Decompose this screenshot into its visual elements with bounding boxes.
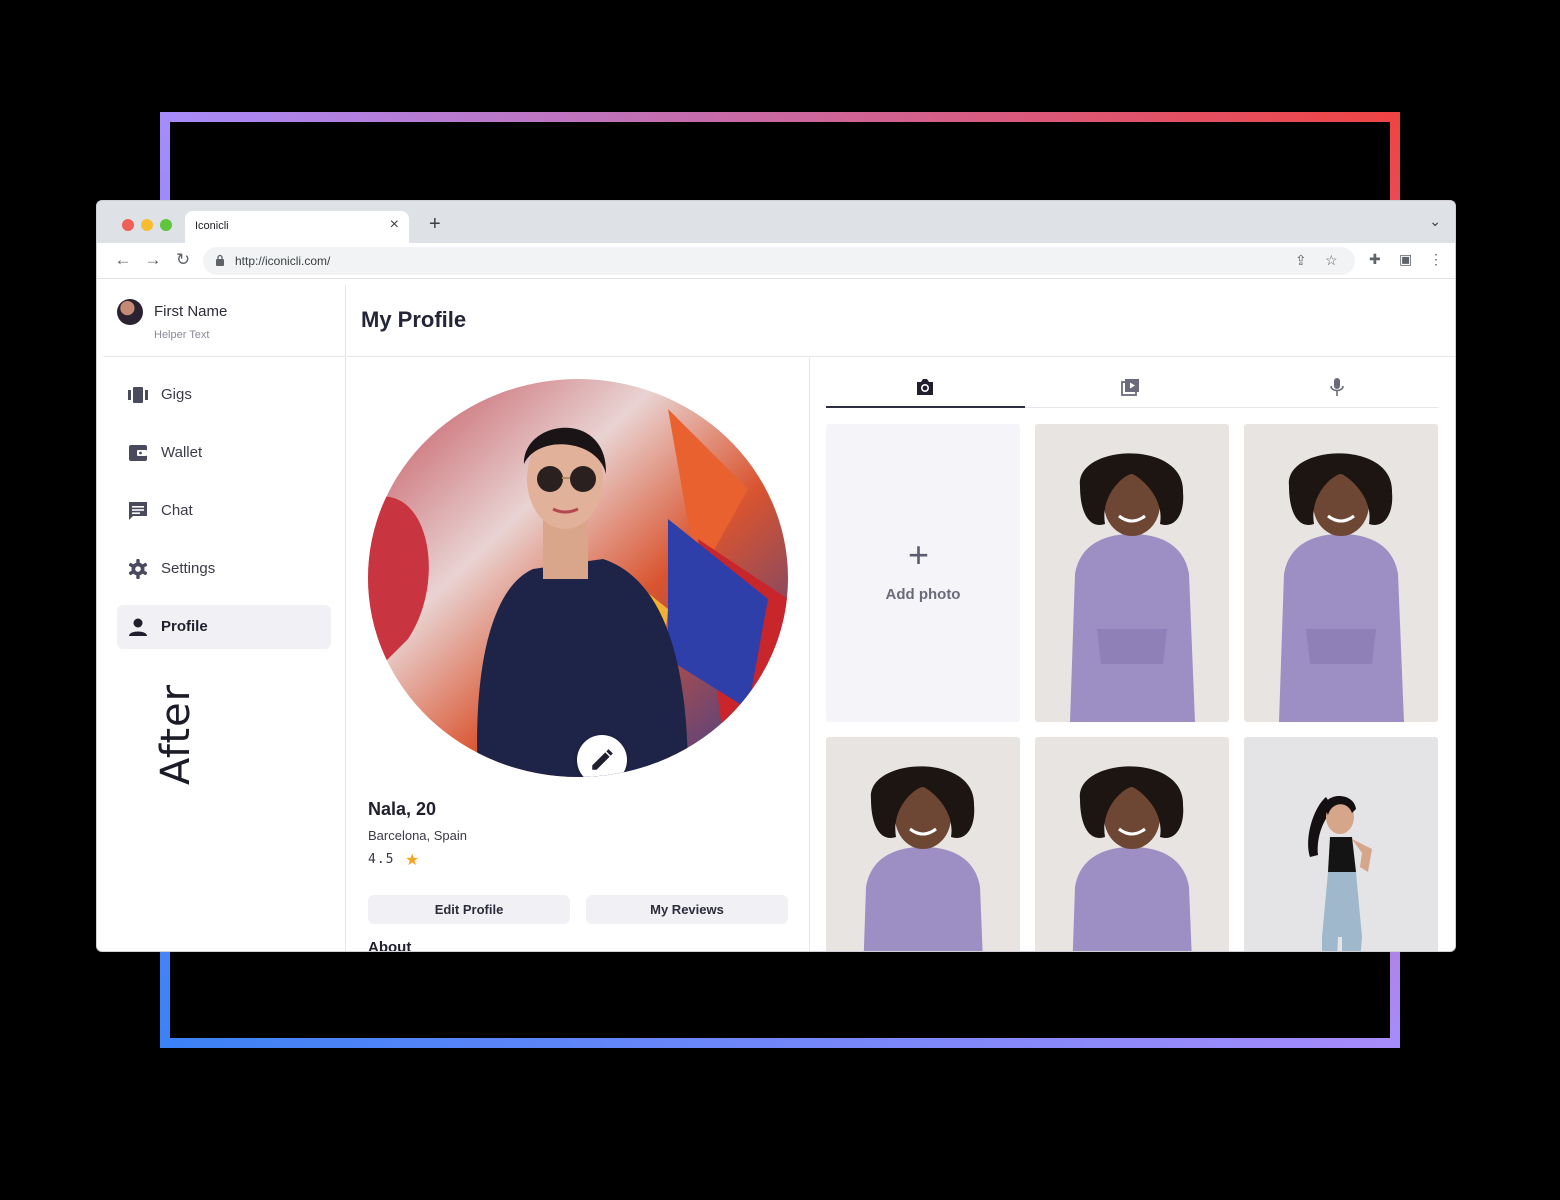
bookmark-star-icon[interactable]: ☆ bbox=[1325, 252, 1338, 269]
tab-list-chevron-icon[interactable]: ⌄ bbox=[1429, 213, 1441, 230]
media-tabs bbox=[826, 358, 1438, 408]
avatar bbox=[117, 299, 143, 325]
photo-tile[interactable] bbox=[826, 737, 1020, 951]
user-card[interactable]: First Name Helper Text bbox=[103, 285, 346, 357]
forward-icon[interactable]: → bbox=[143, 250, 163, 270]
user-name: First Name bbox=[154, 303, 228, 320]
pencil-icon bbox=[592, 749, 613, 770]
sidebar-item-label: Gigs bbox=[161, 386, 192, 403]
reload-icon[interactable]: ↻ bbox=[173, 250, 193, 270]
sidebar-item-label: Chat bbox=[161, 502, 193, 519]
sidebar-item-settings[interactable]: Settings bbox=[117, 547, 331, 591]
url-text: http://iconicli.com/ bbox=[235, 254, 331, 268]
title-bar: Iconicli × + ⌄ bbox=[97, 201, 1455, 243]
sidebar-item-chat[interactable]: Chat bbox=[117, 489, 331, 533]
camera-icon bbox=[917, 379, 933, 395]
edit-photo-button[interactable] bbox=[577, 735, 627, 777]
my-reviews-button[interactable]: My Reviews bbox=[586, 895, 788, 924]
media-panel: + Add photo bbox=[811, 358, 1455, 951]
extensions-icon[interactable]: ✚ bbox=[1369, 251, 1381, 268]
browser-window: Iconicli × + ⌄ ← → ↻ http://iconicli.com… bbox=[96, 200, 1456, 952]
page-header: My Profile bbox=[347, 285, 1455, 357]
sidebar-item-label: Settings bbox=[161, 560, 216, 577]
photo-tile[interactable] bbox=[1035, 424, 1229, 722]
more-menu-icon[interactable]: ⋮ bbox=[1429, 251, 1443, 268]
star-icon: ★ bbox=[405, 852, 420, 869]
browser-tab[interactable]: Iconicli × bbox=[185, 211, 409, 243]
maximize-window-button[interactable] bbox=[160, 219, 172, 231]
profile-location: Barcelona, Spain bbox=[368, 828, 468, 843]
tab-title: Iconicli bbox=[195, 220, 229, 232]
sidebar-item-label: Wallet bbox=[161, 444, 203, 461]
add-photo-label: Add photo bbox=[885, 586, 961, 603]
after-label: After bbox=[153, 683, 199, 785]
minimize-window-button[interactable] bbox=[141, 219, 153, 231]
gigs-icon bbox=[128, 387, 148, 403]
close-tab-icon[interactable]: × bbox=[390, 216, 399, 234]
tab-videos[interactable] bbox=[1032, 358, 1231, 408]
new-tab-icon[interactable]: + bbox=[429, 213, 441, 236]
chat-icon bbox=[129, 502, 147, 520]
about-heading: About bbox=[368, 939, 412, 952]
microphone-icon bbox=[1330, 378, 1344, 396]
user-helper-text: Helper Text bbox=[154, 329, 210, 341]
sidebar: First Name Helper Text Gigs Wallet Chat … bbox=[103, 285, 346, 951]
browser-toolbar: ← → ↻ http://iconicli.com/ ⇪ ☆ ✚ ▣ ⋮ bbox=[97, 243, 1455, 279]
profile-photo bbox=[368, 379, 788, 777]
app: First Name Helper Text Gigs Wallet Chat … bbox=[97, 285, 1455, 952]
wallet-icon bbox=[129, 445, 147, 461]
address-bar[interactable]: http://iconicli.com/ ⇪ ☆ bbox=[203, 247, 1355, 275]
photo-tile[interactable] bbox=[1035, 737, 1229, 951]
sidebar-item-profile[interactable]: Profile bbox=[117, 605, 331, 649]
side-panel-icon[interactable]: ▣ bbox=[1399, 251, 1412, 268]
profile-name-age: Nala, 20 bbox=[368, 799, 437, 819]
stage: Iconicli × + ⌄ ← → ↻ http://iconicli.com… bbox=[0, 0, 1560, 1200]
plus-icon: + bbox=[908, 534, 930, 575]
gear-icon bbox=[128, 559, 148, 579]
edit-profile-button[interactable]: Edit Profile bbox=[368, 895, 570, 924]
back-icon[interactable]: ← bbox=[113, 250, 133, 270]
profile-panel: Nala, 20 Barcelona, Spain 4.5 ★ Edit Pro… bbox=[347, 358, 810, 952]
share-icon[interactable]: ⇪ bbox=[1295, 252, 1307, 269]
video-icon bbox=[1121, 379, 1139, 396]
tab-photos[interactable] bbox=[826, 358, 1025, 408]
sidebar-item-gigs[interactable]: Gigs bbox=[117, 373, 331, 417]
photo-tile[interactable] bbox=[1244, 424, 1438, 722]
sidebar-item-wallet[interactable]: Wallet bbox=[117, 431, 331, 475]
sidebar-item-label: Profile bbox=[161, 618, 208, 635]
person-icon bbox=[129, 618, 147, 636]
tab-audio[interactable] bbox=[1238, 358, 1437, 408]
close-window-button[interactable] bbox=[122, 219, 134, 231]
profile-rating: 4.5 bbox=[368, 852, 395, 867]
lock-icon bbox=[216, 254, 224, 266]
photo-tile[interactable] bbox=[1244, 737, 1438, 951]
page-title: My Profile bbox=[361, 307, 467, 332]
add-photo-tile[interactable]: + Add photo bbox=[826, 424, 1020, 722]
